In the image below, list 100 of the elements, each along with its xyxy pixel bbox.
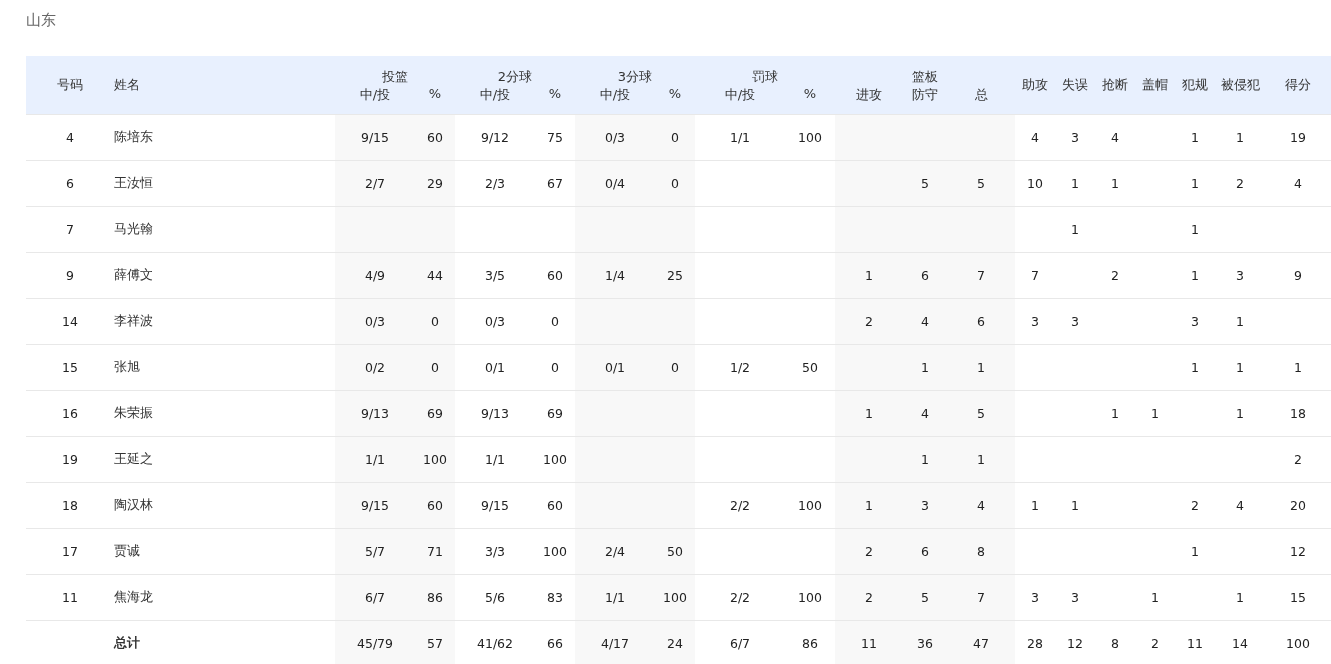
table-cell: 44	[415, 252, 455, 299]
table-cell: 2/2	[695, 574, 785, 621]
table-cell: 1	[835, 390, 903, 437]
table-cell: 0	[655, 114, 695, 161]
table-cell: 4	[26, 114, 114, 161]
table-cell: 5	[903, 574, 947, 621]
table-cell: 1/1	[335, 436, 415, 483]
table-cell: 7	[1015, 252, 1056, 299]
table-cell: 4	[1015, 114, 1056, 161]
table-cell: 9/15	[455, 482, 535, 529]
table-cell: 2	[1095, 252, 1136, 299]
column-header: 进攻	[835, 86, 903, 115]
table-cell: 4	[1215, 482, 1266, 529]
table-cell: 11	[26, 574, 114, 621]
table-cell: 9	[26, 252, 114, 299]
table-cell: 0/3	[455, 298, 535, 345]
table-cell: 1	[1015, 482, 1056, 529]
table-cell: 16	[26, 390, 114, 437]
column-header: 盖帽	[1135, 56, 1176, 115]
table-cell: 3	[1215, 252, 1266, 299]
column-header: 中/投	[695, 86, 785, 115]
table-cell: 1/1	[455, 436, 535, 483]
table-cell: 6	[903, 252, 947, 299]
table-cell: 20	[1265, 482, 1331, 529]
table-cell: 9/13	[335, 390, 415, 437]
table-cell: 1	[1135, 390, 1176, 437]
table-cell: 1	[1175, 528, 1216, 575]
team-title: 山东	[26, 10, 57, 31]
table-cell: 3	[1015, 298, 1056, 345]
table-cell: 17	[26, 528, 114, 575]
table-cell: 15	[1265, 574, 1331, 621]
table-cell: 3	[1015, 574, 1056, 621]
table-cell: 2	[1135, 620, 1176, 664]
column-group-header: 投篮	[335, 56, 455, 86]
table-cell: 45/79	[335, 620, 415, 664]
table-cell: 0/3	[335, 298, 415, 345]
column-header: %	[535, 86, 575, 115]
table-cell: 0/1	[575, 344, 655, 391]
table-cell: 0/2	[335, 344, 415, 391]
table-cell: 6	[903, 528, 947, 575]
table-cell: 2/3	[455, 160, 535, 207]
table-cell: 1	[903, 436, 947, 483]
table-cell: 1/4	[575, 252, 655, 299]
column-header: 被侵犯	[1215, 56, 1266, 115]
table-cell: 3	[903, 482, 947, 529]
column-header: 防守	[903, 86, 947, 115]
table-cell: 2/2	[695, 482, 785, 529]
table-cell: 3	[1175, 298, 1216, 345]
column-header: 总	[947, 86, 1016, 115]
column-header: %	[785, 86, 835, 115]
table-cell: 41/62	[455, 620, 535, 664]
table-cell: 1	[1055, 160, 1096, 207]
table-cell: 6/7	[695, 620, 785, 664]
table-cell: 5	[947, 390, 1016, 437]
table-cell: 57	[415, 620, 455, 664]
table-cell: 7	[26, 206, 114, 253]
table-cell: 2	[835, 298, 903, 345]
table-cell: 1	[1215, 344, 1266, 391]
table-cell: 1	[1175, 252, 1216, 299]
table-cell: 25	[655, 252, 695, 299]
column-group-header: 篮板	[835, 56, 1016, 86]
table-cell: 5	[947, 160, 1016, 207]
table-cell: 6	[26, 160, 114, 207]
table-cell: 1	[835, 252, 903, 299]
table-cell: 60	[415, 482, 455, 529]
table-cell: 5/7	[335, 528, 415, 575]
table-cell: 4	[903, 298, 947, 345]
table-cell: 8	[947, 528, 1016, 575]
table-cell: 1	[1095, 390, 1136, 437]
table-cell: 1	[947, 436, 1016, 483]
table-cell: 1	[1175, 114, 1216, 161]
table-cell: 1/1	[575, 574, 655, 621]
table-cell: 2	[1175, 482, 1216, 529]
table-cell: 3	[1055, 298, 1096, 345]
table-cell: 19	[26, 436, 114, 483]
table-cell: 1	[1055, 206, 1096, 253]
table-cell: 15	[26, 344, 114, 391]
table-cell: 2	[835, 574, 903, 621]
column-header: %	[415, 86, 455, 115]
table-cell: 2/7	[335, 160, 415, 207]
table-cell: 4	[903, 390, 947, 437]
table-cell: 0	[655, 160, 695, 207]
table-cell: 24	[655, 620, 695, 664]
table-cell: 0/4	[575, 160, 655, 207]
column-header: 号码	[26, 56, 114, 115]
table-cell: 0/1	[455, 344, 535, 391]
table-cell: 47	[947, 620, 1016, 664]
table-cell: 29	[415, 160, 455, 207]
table-cell: 1	[903, 344, 947, 391]
table-cell: 100	[655, 574, 695, 621]
table-cell: 5	[903, 160, 947, 207]
column-header: 姓名	[114, 56, 335, 115]
table-cell: 1	[1175, 206, 1216, 253]
table-cell: 2	[835, 528, 903, 575]
table-cell: 9/12	[455, 114, 535, 161]
table-cell: 3/3	[455, 528, 535, 575]
table-cell: 60	[415, 114, 455, 161]
table-cell: 11	[835, 620, 903, 664]
table-cell: 1/2	[695, 344, 785, 391]
table-cell: 0	[415, 344, 455, 391]
